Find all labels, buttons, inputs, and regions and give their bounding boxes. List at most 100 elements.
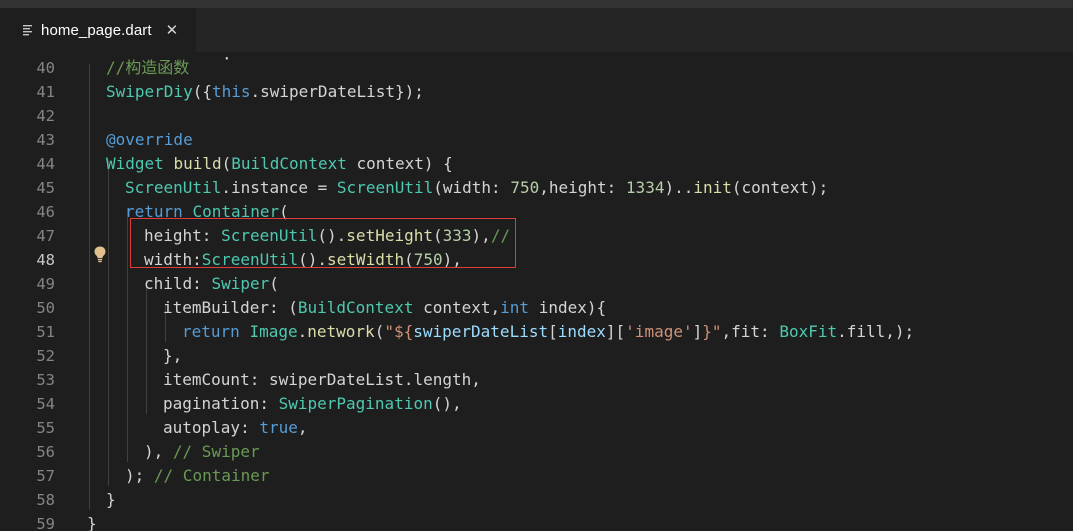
line-number: 46: [36, 203, 55, 221]
code-line[interactable]: 55 autoplay: true,: [0, 416, 1073, 440]
code-token: }": [702, 322, 722, 341]
code-token: //构造函数: [106, 58, 190, 77]
code-token: BoxFit: [779, 322, 838, 341]
code-token: SwiperPagination: [278, 394, 433, 413]
line-number: 50: [36, 299, 55, 317]
code-line[interactable]: 49 child: Swiper(: [0, 272, 1073, 296]
code-token: .: [297, 322, 308, 341]
code-line[interactable]: 57); // Container: [0, 464, 1073, 488]
code-token: index){: [529, 298, 607, 317]
code-token: autoplay:: [163, 418, 260, 437]
code-token: itemBuilder: (: [163, 298, 298, 317]
line-number: 40: [36, 59, 55, 77]
code-text: SwiperDiy({this.swiperDateList});: [106, 80, 424, 104]
code-token: 1334: [625, 178, 665, 197]
editor-window: home_page.dart ✕ · 40 //构造函数 41 SwiperDiy({…: [0, 0, 1073, 531]
code-token: child:: [144, 274, 212, 293]
code-line[interactable]: 51 return Image.network("${swiperDateList…: [0, 320, 1073, 344]
tab-bar: home_page.dart ✕: [0, 8, 1073, 52]
code-text: }: [87, 512, 97, 531]
code-token: [: [548, 322, 558, 341]
code-token: }: [87, 514, 97, 531]
code-line[interactable]: 50 itemBuilder: (BuildContext context,int…: [0, 296, 1073, 320]
code-token: (: [221, 154, 232, 173]
code-line[interactable]: 54 pagination: SwiperPagination(),: [0, 392, 1073, 416]
code-token: ScreenUtil: [125, 178, 222, 197]
code-text: itemBuilder: (BuildContext context,int i…: [163, 296, 606, 320]
code-text: pagination: SwiperPagination(),: [163, 392, 462, 416]
highlight-box: [130, 218, 516, 268]
code-line[interactable]: 42: [0, 104, 1073, 128]
close-icon[interactable]: ✕: [166, 21, 179, 39]
line-number: 59: [36, 515, 55, 531]
code-text: ScreenUtil.instance = ScreenUtil(width: …: [125, 176, 828, 200]
code-token: init: [693, 178, 732, 197]
code-token: 'image': [625, 322, 693, 341]
code-token: BuildContext: [297, 298, 414, 317]
line-number: 58: [36, 491, 55, 509]
tab-home-page-dart[interactable]: home_page.dart ✕: [0, 8, 196, 52]
code-token: this: [211, 82, 251, 101]
code-token: (: [374, 322, 385, 341]
code-line[interactable]: 43 @override: [0, 128, 1073, 152]
code-token: SwiperDiy: [106, 82, 193, 101]
scrolled-off-code-fragment: ·: [222, 52, 232, 68]
code-line[interactable]: 52},: [0, 344, 1073, 368]
code-token: }: [106, 490, 116, 509]
code-token: ]: [692, 322, 703, 341]
code-token: Swiper: [211, 274, 270, 293]
code-line[interactable]: 45 ScreenUtil.instance = ScreenUtil(width…: [0, 176, 1073, 200]
code-line[interactable]: 53 itemCount: swiperDateList.length,: [0, 368, 1073, 392]
code-text: ), // Swiper: [144, 440, 260, 464]
code-token: },: [163, 346, 183, 365]
line-number: 49: [36, 275, 55, 293]
code-text: child: Swiper(: [144, 272, 279, 296]
code-token: (: [269, 274, 279, 293]
code-line[interactable]: 44 Widget build(BuildContext context) {: [0, 152, 1073, 176]
code-token: context) {: [346, 154, 453, 173]
line-number: 48: [36, 251, 55, 269]
code-editor[interactable]: · 40 //构造函数 41 SwiperDiy({this.swiperDateLi…: [0, 52, 1073, 531]
code-line[interactable]: 40 //构造函数: [0, 56, 1073, 80]
code-token: )..: [664, 178, 694, 197]
line-number: 51: [36, 323, 55, 341]
code-text: },: [163, 344, 182, 368]
line-number: 57: [36, 467, 55, 485]
code-text: }: [106, 488, 116, 512]
code-line[interactable]: 41 SwiperDiy({this.swiperDateList});: [0, 80, 1073, 104]
code-token: ][: [605, 322, 626, 341]
code-token: index: [557, 322, 606, 341]
code-line[interactable]: 59}: [0, 512, 1073, 531]
code-token: ,height:: [539, 178, 626, 197]
line-number: 56: [36, 443, 55, 461]
code-token: network: [307, 322, 375, 341]
lightbulb-icon[interactable]: [92, 245, 108, 263]
code-token: return: [182, 322, 240, 341]
code-token: build: [173, 154, 222, 173]
code-token: ({: [192, 82, 212, 101]
line-number: 54: [36, 395, 55, 413]
code-token: swiperDateList: [413, 322, 549, 341]
line-number: 44: [36, 155, 55, 173]
line-number: 42: [36, 107, 55, 125]
code-token: .fill,);: [837, 322, 915, 341]
code-token: Image: [249, 322, 298, 341]
code-token: context,: [413, 298, 501, 317]
code-token: pagination:: [163, 394, 279, 413]
code-token: 750: [510, 178, 540, 197]
code-token: .swiperDateList});: [250, 82, 424, 101]
code-line[interactable]: 58}: [0, 488, 1073, 512]
code-token: .instance =: [221, 178, 337, 197]
line-number: 45: [36, 179, 55, 197]
code-token: // Container: [153, 466, 270, 485]
code-token: "${: [384, 322, 414, 341]
code-token: ScreenUtil: [336, 178, 434, 197]
code-text: //构造函数: [106, 56, 189, 80]
code-token: int: [500, 298, 530, 317]
code-token: (context);: [731, 178, 829, 197]
code-line[interactable]: 56 ), // Swiper: [0, 440, 1073, 464]
code-token: @override: [106, 130, 193, 149]
code-text: itemCount: swiperDateList.length,: [163, 368, 481, 392]
